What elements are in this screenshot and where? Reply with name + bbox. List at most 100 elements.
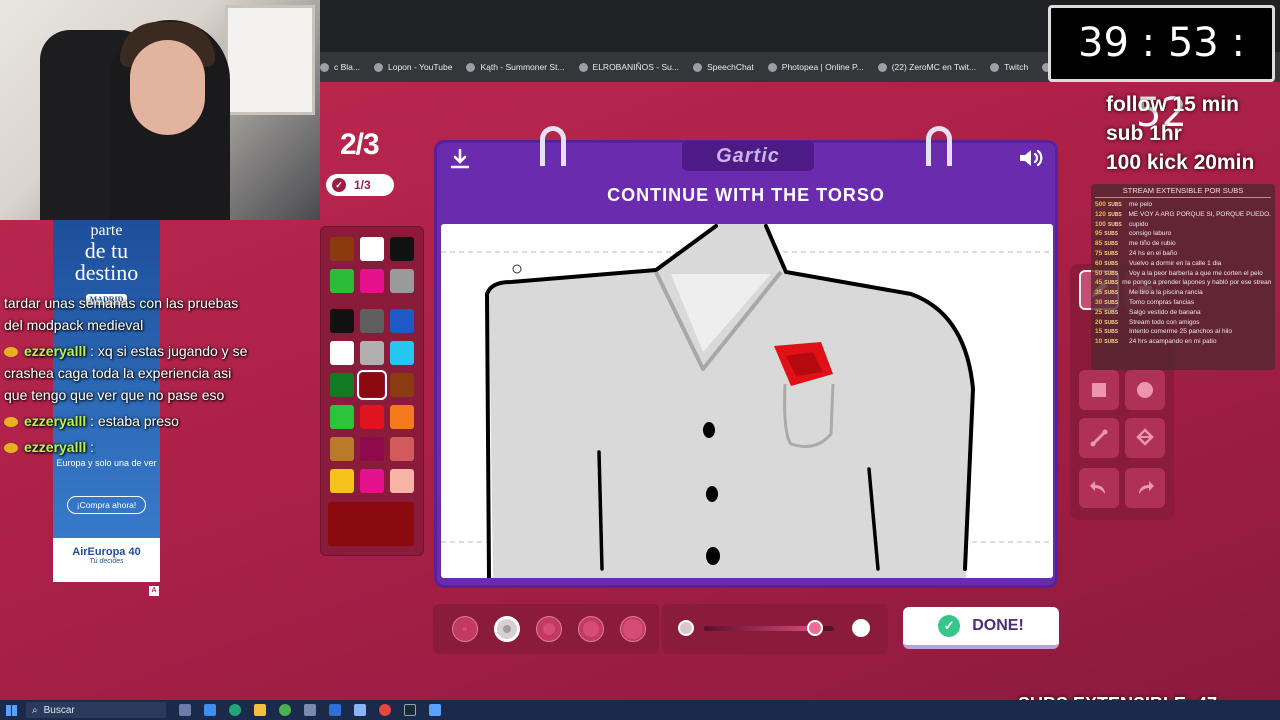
color-swatch[interactable] bbox=[360, 469, 384, 493]
task-view-icon[interactable] bbox=[179, 704, 191, 716]
color-swatch[interactable] bbox=[390, 237, 414, 261]
check-icon: ✓ bbox=[332, 178, 346, 192]
file-explorer-icon[interactable] bbox=[254, 704, 266, 716]
round-badge-label: 1/3 bbox=[354, 178, 371, 192]
color-swatch[interactable] bbox=[390, 373, 414, 397]
done-button[interactable]: ✓ DONE! bbox=[903, 607, 1059, 649]
subs-goal-row: 60 SUBS Vuelvo a dormir en la calle 1 dia bbox=[1095, 259, 1271, 269]
app-icon[interactable] bbox=[429, 704, 441, 716]
line-icon bbox=[1090, 429, 1108, 447]
speaker-icon[interactable] bbox=[1017, 146, 1045, 170]
subs-unit: SUBS bbox=[1107, 221, 1122, 228]
brush-size-option[interactable] bbox=[578, 616, 604, 642]
undo-button[interactable] bbox=[1079, 468, 1119, 508]
ad-line-2: de tu bbox=[84, 238, 129, 263]
app-icon[interactable] bbox=[279, 704, 291, 716]
edge-icon[interactable] bbox=[229, 704, 241, 716]
brush-size-option[interactable] bbox=[494, 616, 520, 642]
color-swatch[interactable] bbox=[390, 309, 414, 333]
ad-buy-button[interactable]: ¡Compra ahora! bbox=[67, 496, 146, 514]
color-swatch[interactable] bbox=[390, 469, 414, 493]
subs-goal-count: 75 SUBS bbox=[1095, 249, 1125, 259]
round-counter: 2/3 bbox=[340, 128, 380, 161]
bookmark-label: Photopea | Online P... bbox=[781, 62, 864, 72]
color-swatch[interactable] bbox=[330, 405, 354, 429]
store-icon[interactable] bbox=[329, 704, 341, 716]
brush-size-option[interactable] bbox=[620, 616, 646, 642]
color-swatch[interactable] bbox=[390, 269, 414, 293]
color-swatch[interactable] bbox=[390, 437, 414, 461]
subs-unit: SUBS bbox=[1104, 241, 1119, 248]
bookmark-item[interactable]: (22) ZeroMC en Twit... bbox=[877, 62, 977, 72]
app-icon[interactable] bbox=[354, 704, 366, 716]
windows-start-icon[interactable] bbox=[6, 705, 17, 716]
steam-icon[interactable] bbox=[404, 704, 416, 716]
stream-timer: 39 : 53 : 52 bbox=[1048, 5, 1275, 136]
color-swatch[interactable] bbox=[330, 469, 354, 493]
subs-number: 120 bbox=[1095, 210, 1106, 218]
chrome-icon[interactable] bbox=[379, 704, 391, 716]
color-swatch[interactable] bbox=[360, 437, 384, 461]
color-swatch[interactable] bbox=[360, 405, 384, 429]
ad-line-3: destino bbox=[74, 260, 139, 285]
bookmark-item[interactable]: c Bla... bbox=[320, 62, 360, 72]
rectangle-tool[interactable] bbox=[1079, 370, 1119, 410]
subs-goal-count: 20 SUBS bbox=[1095, 318, 1125, 328]
color-swatch[interactable] bbox=[360, 309, 384, 333]
bookmark-item[interactable]: Photopea | Online P... bbox=[767, 62, 864, 72]
bookmark-label: (22) ZeroMC en Twit... bbox=[891, 62, 977, 72]
color-swatch[interactable] bbox=[390, 405, 414, 429]
brush-size-option[interactable] bbox=[452, 616, 478, 642]
chat-text: tardar unas semanas con las pruebas del … bbox=[4, 295, 239, 333]
subs-goal-text: Me tiro a la piscina rancia bbox=[1129, 289, 1203, 297]
bookmark-item[interactable]: Kąth - Summoner St... bbox=[466, 62, 565, 72]
taskbar-search[interactable]: ⌕ Buscar bbox=[26, 702, 166, 718]
color-swatch[interactable] bbox=[330, 269, 354, 293]
chat-username[interactable]: ezzeryalll bbox=[24, 439, 86, 455]
bookmark-item[interactable]: Lopon - YouTube bbox=[373, 62, 452, 72]
opacity-fill bbox=[704, 626, 815, 631]
app-icon[interactable] bbox=[204, 704, 216, 716]
brush-dot-icon bbox=[463, 627, 467, 631]
bookmark-item[interactable]: Twitch bbox=[990, 62, 1028, 72]
subs-number: 45 bbox=[1095, 279, 1103, 287]
opacity-slider-thumb[interactable] bbox=[806, 620, 823, 636]
pepe-emote-icon bbox=[4, 417, 18, 428]
color-swatch[interactable] bbox=[357, 370, 387, 400]
subs-goal-count: 60 SUBS bbox=[1095, 259, 1125, 269]
fill-tool[interactable] bbox=[1125, 418, 1165, 458]
color-swatch[interactable] bbox=[330, 373, 354, 397]
color-swatch[interactable] bbox=[390, 341, 414, 365]
bookmark-label: SpeechChat bbox=[706, 62, 754, 72]
bookmark-item[interactable]: SpeechChat bbox=[692, 62, 754, 72]
undo-icon bbox=[1090, 481, 1105, 494]
subs-unit: SUBS bbox=[1104, 231, 1119, 238]
stream-goal-line: follow 15 min bbox=[1106, 93, 1240, 116]
ellipse-tool[interactable] bbox=[1125, 370, 1165, 410]
subs-goal-row: 50 SUBS Voy a la peor barbería a que me co… bbox=[1095, 269, 1271, 279]
color-swatch[interactable] bbox=[360, 237, 384, 261]
subs-goal-row: 500 SUBS me pelo bbox=[1095, 200, 1271, 210]
color-swatch[interactable] bbox=[360, 341, 384, 365]
chat-overlay: tardar unas semanas con las pruebas del … bbox=[4, 292, 249, 462]
rectangle-icon bbox=[1092, 383, 1106, 397]
chat-username[interactable]: ezzeryalll bbox=[24, 343, 86, 359]
drawing-canvas[interactable] bbox=[441, 224, 1053, 578]
app-icon[interactable] bbox=[304, 704, 316, 716]
ad-choices-icon[interactable]: A bbox=[149, 586, 159, 596]
subs-goal-count: 500 SUBS bbox=[1095, 200, 1125, 210]
bookmark-item[interactable]: ELROBANIÑOS - Su... bbox=[578, 62, 679, 72]
subs-number: 100 bbox=[1095, 220, 1106, 228]
subs-unit: SUBS bbox=[1104, 329, 1119, 336]
chat-username[interactable]: ezzeryalll bbox=[24, 413, 86, 429]
redo-button[interactable] bbox=[1125, 468, 1165, 508]
color-swatch[interactable] bbox=[330, 237, 354, 261]
brush-size-option[interactable] bbox=[536, 616, 562, 642]
line-tool[interactable] bbox=[1079, 418, 1119, 458]
color-swatch[interactable] bbox=[330, 309, 354, 333]
subs-goal-row: 35 SUBS Me tiro a la piscina rancia bbox=[1095, 288, 1271, 298]
download-icon[interactable] bbox=[448, 147, 472, 171]
color-swatch[interactable] bbox=[360, 269, 384, 293]
color-swatch[interactable] bbox=[330, 437, 354, 461]
color-swatch[interactable] bbox=[330, 341, 354, 365]
